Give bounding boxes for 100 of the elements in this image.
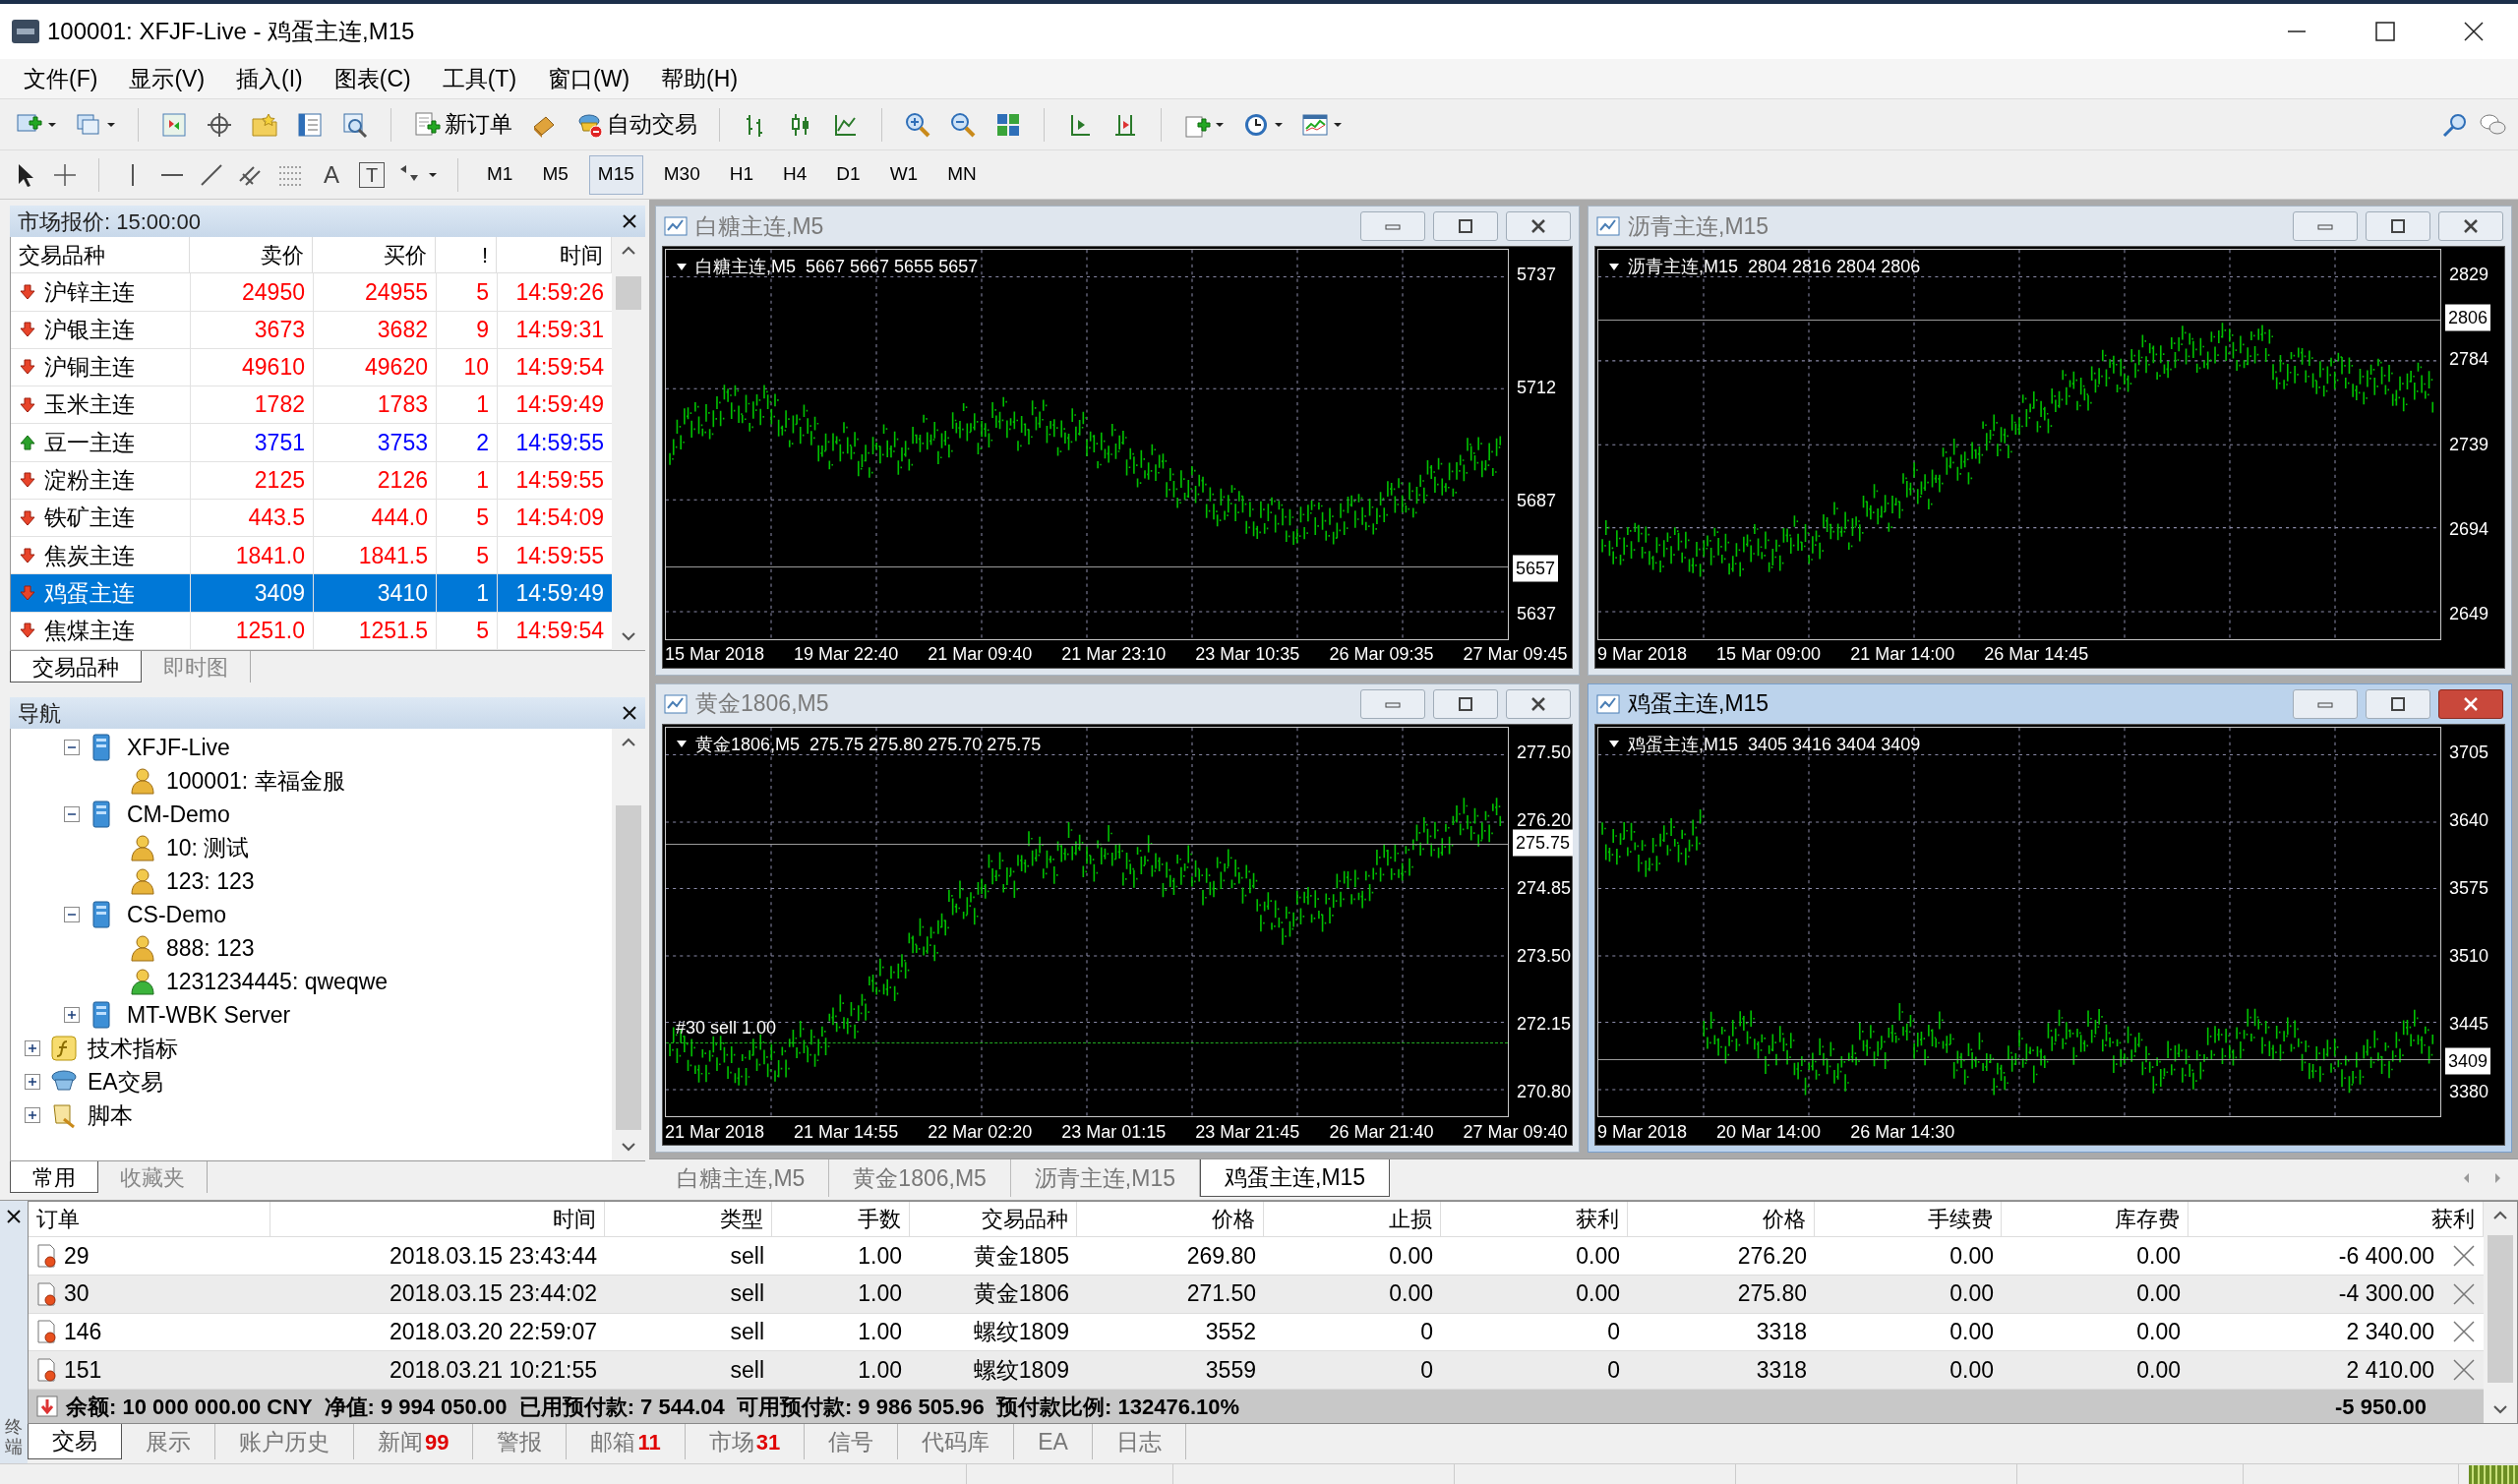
order-row[interactable]: 151 2018.03.21 10:21:55 sell 1.00 螺纹1809 3559 0 0 3318 0.00 0.00 2 410.00 bbox=[29, 1351, 2484, 1391]
timeframe-button[interactable]: D1 bbox=[827, 154, 869, 195]
column-header[interactable]: 类型 bbox=[605, 1202, 772, 1236]
close-icon[interactable] bbox=[1529, 694, 1547, 713]
column-header[interactable]: 获利 bbox=[1441, 1202, 1628, 1236]
tab[interactable]: 邮箱 11 bbox=[567, 1424, 686, 1459]
market-row[interactable]: 玉米主连 1782 1783 1 14:59:49 bbox=[11, 386, 612, 425]
timeframe-button[interactable]: M15 bbox=[588, 154, 643, 195]
restore-button[interactable] bbox=[2366, 688, 2430, 719]
close-icon[interactable] bbox=[1529, 217, 1547, 235]
tree-item[interactable]: 888: 123 bbox=[166, 930, 255, 966]
menu-item[interactable]: 帮助(H) bbox=[649, 61, 750, 96]
close-button[interactable] bbox=[1506, 688, 1571, 719]
timeframe-button[interactable]: W1 bbox=[880, 154, 928, 195]
column-header[interactable]: 价格 bbox=[1077, 1202, 1264, 1236]
timeframe-button[interactable]: M1 bbox=[478, 154, 522, 195]
chart-tab[interactable]: 白糖主连,M5 bbox=[653, 1159, 830, 1197]
scrollbar-thumb[interactable] bbox=[616, 276, 641, 310]
tab[interactable]: 交易 bbox=[28, 1424, 122, 1459]
tree-item[interactable]: 脚本 bbox=[88, 1098, 133, 1133]
order-row[interactable]: 30 2018.03.15 23:44:02 sell 1.00 黄金1806 271.50 0.00 0.00 275.80 0.00 0.00 -4 300.00 bbox=[29, 1275, 2484, 1314]
expand-icon[interactable] bbox=[25, 1107, 40, 1123]
market-row[interactable]: 沪铜主连 49610 49620 10 14:59:54 bbox=[11, 348, 612, 387]
tree-item[interactable]: 123: 123 bbox=[166, 863, 255, 899]
column-header[interactable]: 订单 bbox=[29, 1202, 270, 1236]
market-row[interactable]: 焦煤主连 1251.0 1251.5 5 14:59:54 bbox=[11, 612, 612, 650]
new-order-button[interactable]: 新订单 bbox=[409, 103, 516, 146]
restore-icon[interactable] bbox=[2389, 217, 2407, 235]
expand-icon[interactable] bbox=[64, 1007, 80, 1023]
close-icon[interactable] bbox=[6, 1209, 22, 1224]
market-row[interactable]: 沪锌主连 24950 24955 5 14:59:26 bbox=[11, 273, 612, 312]
restore-icon[interactable] bbox=[1457, 217, 1474, 235]
scroll-down-icon[interactable] bbox=[621, 630, 636, 642]
tab[interactable]: 市场31 bbox=[685, 1424, 806, 1459]
collapse-icon[interactable] bbox=[64, 806, 80, 822]
scroll-up-icon[interactable] bbox=[621, 737, 636, 748]
chart-tab[interactable]: 鸡蛋主连,M15 bbox=[1200, 1159, 1391, 1197]
menu-item[interactable]: 窗口(W) bbox=[536, 61, 642, 96]
market-row[interactable]: 铁矿主连 443.5 444.0 5 14:54:09 bbox=[11, 499, 612, 538]
column-header[interactable]: 买价 bbox=[313, 237, 436, 273]
column-header[interactable]: 交易品种 bbox=[11, 237, 190, 273]
market-row[interactable]: 豆一主连 3751 3753 2 14:59:55 bbox=[11, 424, 612, 462]
timeframe-button[interactable]: H4 bbox=[774, 154, 816, 195]
tab[interactable]: 日志 bbox=[1092, 1424, 1186, 1459]
expand-icon[interactable] bbox=[25, 1040, 40, 1056]
tab[interactable]: 常用 bbox=[10, 1161, 98, 1193]
tab[interactable]: EA bbox=[1014, 1424, 1093, 1459]
market-row[interactable]: 鸡蛋主连 3409 3410 1 14:59:49 bbox=[11, 574, 612, 613]
scrollbar-thumb[interactable] bbox=[616, 805, 641, 1130]
tab[interactable]: 展示 bbox=[122, 1424, 215, 1459]
column-header[interactable]: 卖价 bbox=[190, 237, 313, 273]
tree-item[interactable]: 10: 测试 bbox=[166, 830, 250, 865]
column-header[interactable]: 交易品种 bbox=[910, 1202, 1077, 1236]
auto-trading-button[interactable]: 自动交易 bbox=[571, 103, 701, 146]
text-tool-button[interactable]: A bbox=[316, 156, 347, 193]
menu-item[interactable]: 工具(T) bbox=[430, 61, 529, 96]
tree-item[interactable]: 100001: 幸福金服 bbox=[166, 763, 345, 799]
menu-item[interactable]: 文件(F) bbox=[12, 61, 110, 96]
label-tool-button[interactable]: T bbox=[359, 161, 385, 188]
restore-icon[interactable] bbox=[1457, 694, 1474, 713]
menu-item[interactable]: 图表(C) bbox=[322, 61, 423, 96]
scrollbar-thumb[interactable] bbox=[2488, 1235, 2513, 1383]
tree-item[interactable]: XFJF-Live bbox=[127, 730, 230, 765]
chart-tab[interactable]: 黄金1806,M5 bbox=[829, 1159, 1011, 1197]
tree-item[interactable]: EA交易 bbox=[88, 1064, 163, 1099]
close-icon[interactable] bbox=[622, 213, 637, 229]
close-icon[interactable] bbox=[2462, 217, 2480, 235]
close-icon[interactable] bbox=[2463, 21, 2485, 42]
column-header[interactable]: 手续费 bbox=[1815, 1202, 2002, 1236]
tab[interactable]: 交易品种 bbox=[10, 651, 142, 683]
menu-item[interactable]: 显示(V) bbox=[117, 61, 217, 96]
tab[interactable]: 新闻99 bbox=[354, 1424, 474, 1459]
timeframe-button[interactable]: M30 bbox=[654, 154, 709, 195]
market-row[interactable]: 沪银主连 3673 3682 9 14:59:31 bbox=[11, 311, 612, 349]
timeframe-button[interactable]: H1 bbox=[720, 154, 763, 195]
scroll-down-icon[interactable] bbox=[621, 1141, 636, 1153]
column-header[interactable]: ! bbox=[436, 237, 497, 273]
close-button[interactable] bbox=[2438, 688, 2503, 719]
close-icon[interactable] bbox=[622, 705, 637, 721]
collapse-icon[interactable] bbox=[64, 907, 80, 922]
tree-item[interactable]: CS-Demo bbox=[127, 897, 226, 932]
tab[interactable]: 账户历史 bbox=[215, 1424, 354, 1459]
timeframe-button[interactable]: MN bbox=[938, 154, 986, 195]
restore-button[interactable] bbox=[1433, 211, 1498, 241]
tab[interactable]: 代码库 bbox=[898, 1424, 1015, 1459]
tree-item[interactable]: MT-WBK Server bbox=[127, 997, 291, 1033]
tree-item[interactable]: 1231234445: qweqwe bbox=[166, 964, 389, 999]
column-header[interactable]: 时间 bbox=[270, 1202, 605, 1236]
scroll-up-icon[interactable] bbox=[2492, 1210, 2508, 1221]
scroll-up-icon[interactable] bbox=[621, 245, 636, 257]
maximize-icon[interactable] bbox=[2374, 21, 2396, 42]
menu-item[interactable]: 插入(I) bbox=[224, 61, 315, 96]
close-button[interactable] bbox=[1506, 211, 1571, 241]
close-button[interactable] bbox=[2438, 211, 2503, 241]
restore-button[interactable] bbox=[1433, 688, 1498, 719]
column-header[interactable]: 库存费 bbox=[2002, 1202, 2188, 1236]
timeframe-button[interactable]: M5 bbox=[533, 154, 577, 195]
tab[interactable]: 警报 bbox=[473, 1424, 568, 1459]
column-header[interactable]: 价格 bbox=[1628, 1202, 1815, 1236]
restore-icon[interactable] bbox=[2389, 694, 2407, 713]
